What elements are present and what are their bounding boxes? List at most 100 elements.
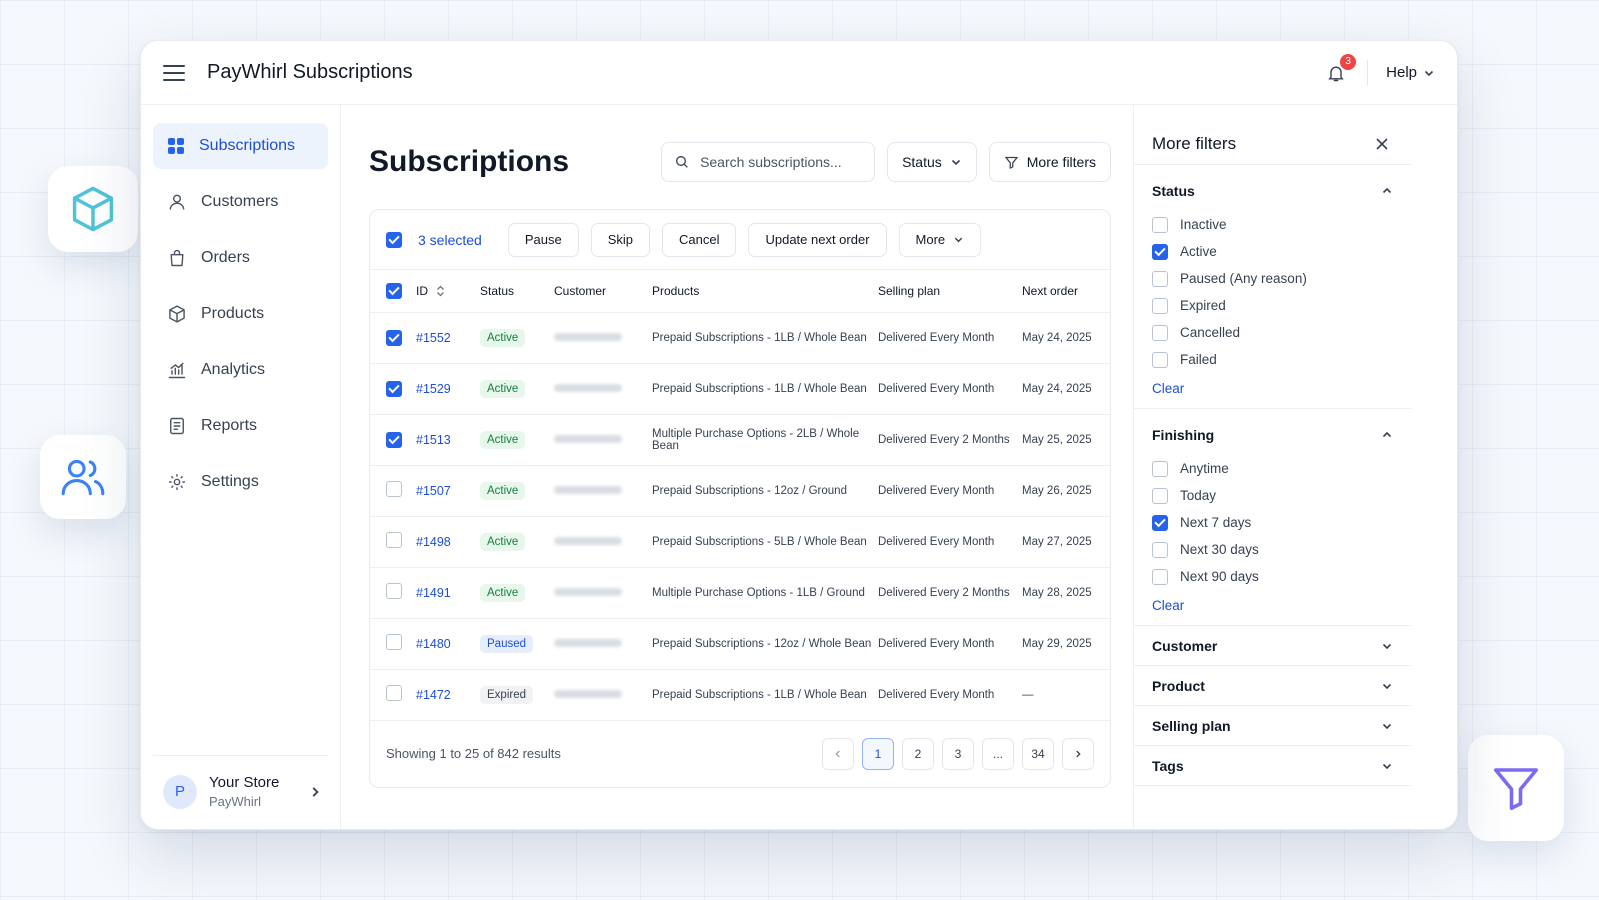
page-button[interactable]: 34 xyxy=(1022,737,1054,770)
next-page-button[interactable] xyxy=(1062,737,1094,770)
filter-option[interactable]: Cancelled xyxy=(1152,319,1393,346)
pause-button[interactable]: Pause xyxy=(507,222,579,257)
page-button[interactable]: 2 xyxy=(902,737,934,770)
filter-checkbox[interactable] xyxy=(1152,324,1168,341)
row-checkbox[interactable] xyxy=(386,329,402,346)
filter-section-selling-plan[interactable]: Selling plan xyxy=(1134,706,1411,746)
filter-checkbox[interactable] xyxy=(1152,351,1168,368)
chevron-down-icon xyxy=(954,237,963,243)
table-row[interactable]: #1552 Active Prepaid Subscriptions - 1LB /… xyxy=(370,312,1110,364)
sidebar-item-analytics[interactable]: Analytics xyxy=(153,347,328,393)
more-filters-label: More filters xyxy=(1026,154,1096,170)
filter-option[interactable]: Paused (Any reason) xyxy=(1152,265,1393,292)
filter-option[interactable]: Expired xyxy=(1152,292,1393,319)
filter-checkbox[interactable] xyxy=(1152,297,1168,314)
sidebar-item-settings[interactable]: Settings xyxy=(153,459,328,505)
more-actions-dropdown[interactable]: More xyxy=(898,222,982,257)
update-next-order-button[interactable]: Update next order xyxy=(748,222,887,257)
row-checkbox[interactable] xyxy=(386,583,402,599)
subscription-id-link[interactable]: #1513 xyxy=(416,433,451,447)
select-all-checkbox[interactable] xyxy=(386,282,402,299)
filter-option[interactable]: Today xyxy=(1152,482,1393,509)
close-icon[interactable] xyxy=(1375,137,1389,151)
filter-checkbox[interactable] xyxy=(1152,270,1168,287)
filter-option[interactable]: Next 7 days xyxy=(1152,509,1393,536)
filter-option[interactable]: Anytime xyxy=(1152,455,1393,482)
store-switcher[interactable]: P Your Store PayWhirl xyxy=(153,755,328,813)
chart-icon xyxy=(168,362,186,379)
row-checkbox[interactable] xyxy=(386,685,402,701)
sidebar-item-reports[interactable]: Reports xyxy=(153,403,328,449)
sidebar-item-orders[interactable]: Orders xyxy=(153,235,328,281)
row-checkbox[interactable] xyxy=(386,481,402,497)
row-checkbox[interactable] xyxy=(386,431,402,448)
filter-section-customer[interactable]: Customer xyxy=(1134,626,1411,666)
row-checkbox[interactable] xyxy=(386,532,402,548)
status-filter-dropdown[interactable]: Status xyxy=(887,142,977,182)
filter-checkbox[interactable] xyxy=(1152,568,1168,585)
filter-tile xyxy=(1468,735,1564,841)
clear-filter-link[interactable]: Clear xyxy=(1152,598,1184,613)
filter-option[interactable]: Inactive xyxy=(1152,211,1393,238)
column-header-selling-plan: Selling plan xyxy=(878,270,1022,313)
filter-checkbox[interactable] xyxy=(1152,243,1168,260)
filter-section-header[interactable]: Finishing xyxy=(1152,423,1393,447)
skip-button[interactable]: Skip xyxy=(590,222,650,257)
table-row[interactable]: #1498 Active Prepaid Subscriptions - 5LB /… xyxy=(370,516,1110,568)
cancel-button[interactable]: Cancel xyxy=(662,222,737,257)
sidebar-item-customers[interactable]: Customers xyxy=(153,179,328,225)
table-row[interactable]: #1529 Active Prepaid Subscriptions - 1LB /… xyxy=(370,363,1110,415)
search-box[interactable] xyxy=(661,142,876,182)
table-row[interactable]: #1480 Paused Prepaid Subscriptions - 12oz … xyxy=(370,618,1110,670)
subscription-id-link[interactable]: #1529 xyxy=(416,382,451,396)
filter-section-product[interactable]: Product xyxy=(1134,666,1411,706)
filter-checkbox[interactable] xyxy=(1152,541,1168,558)
filter-section-tags[interactable]: Tags xyxy=(1134,746,1411,786)
more-actions-label: More xyxy=(915,232,946,247)
subscription-id-link[interactable]: #1507 xyxy=(416,484,451,498)
search-input[interactable] xyxy=(700,154,851,170)
filter-checkbox[interactable] xyxy=(1152,514,1168,531)
sidebar-item-products[interactable]: Products xyxy=(153,291,328,337)
bulk-select-checkbox[interactable] xyxy=(386,231,402,248)
filter-option[interactable]: Failed xyxy=(1152,346,1393,373)
product-cell: Multiple Purchase Options - 1LB / Ground xyxy=(652,567,878,619)
sidebar-item-subscriptions[interactable]: Subscriptions xyxy=(153,123,328,169)
help-menu[interactable]: Help xyxy=(1386,64,1435,81)
main-content: Subscriptions Status More filters xyxy=(341,105,1133,829)
more-filters-button[interactable]: More filters xyxy=(988,142,1111,182)
cube-tile xyxy=(48,166,138,252)
filter-checkbox[interactable] xyxy=(1152,460,1168,477)
column-header-id[interactable]: ID xyxy=(416,270,480,313)
filter-checkbox[interactable] xyxy=(1152,487,1168,504)
row-checkbox[interactable] xyxy=(386,634,402,650)
filter-option-label: Next 7 days xyxy=(1180,515,1252,530)
gear-icon xyxy=(169,474,185,490)
column-header-products: Products xyxy=(652,270,878,313)
table-row[interactable]: #1472 Expired Prepaid Subscriptions - 1LB … xyxy=(370,669,1110,721)
menu-icon[interactable] xyxy=(163,64,185,81)
subscription-id-link[interactable]: #1480 xyxy=(416,637,451,651)
subscription-id-link[interactable]: #1498 xyxy=(416,535,451,549)
subscription-id-link[interactable]: #1552 xyxy=(416,331,451,345)
table-row[interactable]: #1513 Active Multiple Purchase Options - 2… xyxy=(370,414,1110,466)
table-row[interactable]: #1507 Active Prepaid Subscriptions - 12oz … xyxy=(370,465,1110,517)
table-row[interactable]: #1491 Active Multiple Purchase Options - 1… xyxy=(370,567,1110,619)
previous-page-button[interactable] xyxy=(822,737,854,770)
subscription-id-link[interactable]: #1472 xyxy=(416,688,451,702)
filter-option[interactable]: Next 90 days xyxy=(1152,563,1393,590)
filter-option[interactable]: Next 30 days xyxy=(1152,536,1393,563)
row-checkbox[interactable] xyxy=(386,380,402,397)
selected-count: 3 selected xyxy=(418,231,482,248)
store-subtitle: PayWhirl xyxy=(209,794,262,809)
subscription-id-link[interactable]: #1491 xyxy=(416,586,451,600)
notifications-button[interactable]: 3 xyxy=(1323,53,1357,86)
filter-option[interactable]: Active xyxy=(1152,238,1393,265)
filter-section-title: Selling plan xyxy=(1152,717,1231,734)
filter-checkbox[interactable] xyxy=(1152,216,1168,233)
clear-filter-link[interactable]: Clear xyxy=(1152,381,1184,396)
page-button[interactable]: 3 xyxy=(942,737,974,770)
filter-section-header[interactable]: Status xyxy=(1152,179,1393,203)
page-button[interactable]: 1 xyxy=(862,737,894,770)
cube-icon xyxy=(169,305,185,323)
